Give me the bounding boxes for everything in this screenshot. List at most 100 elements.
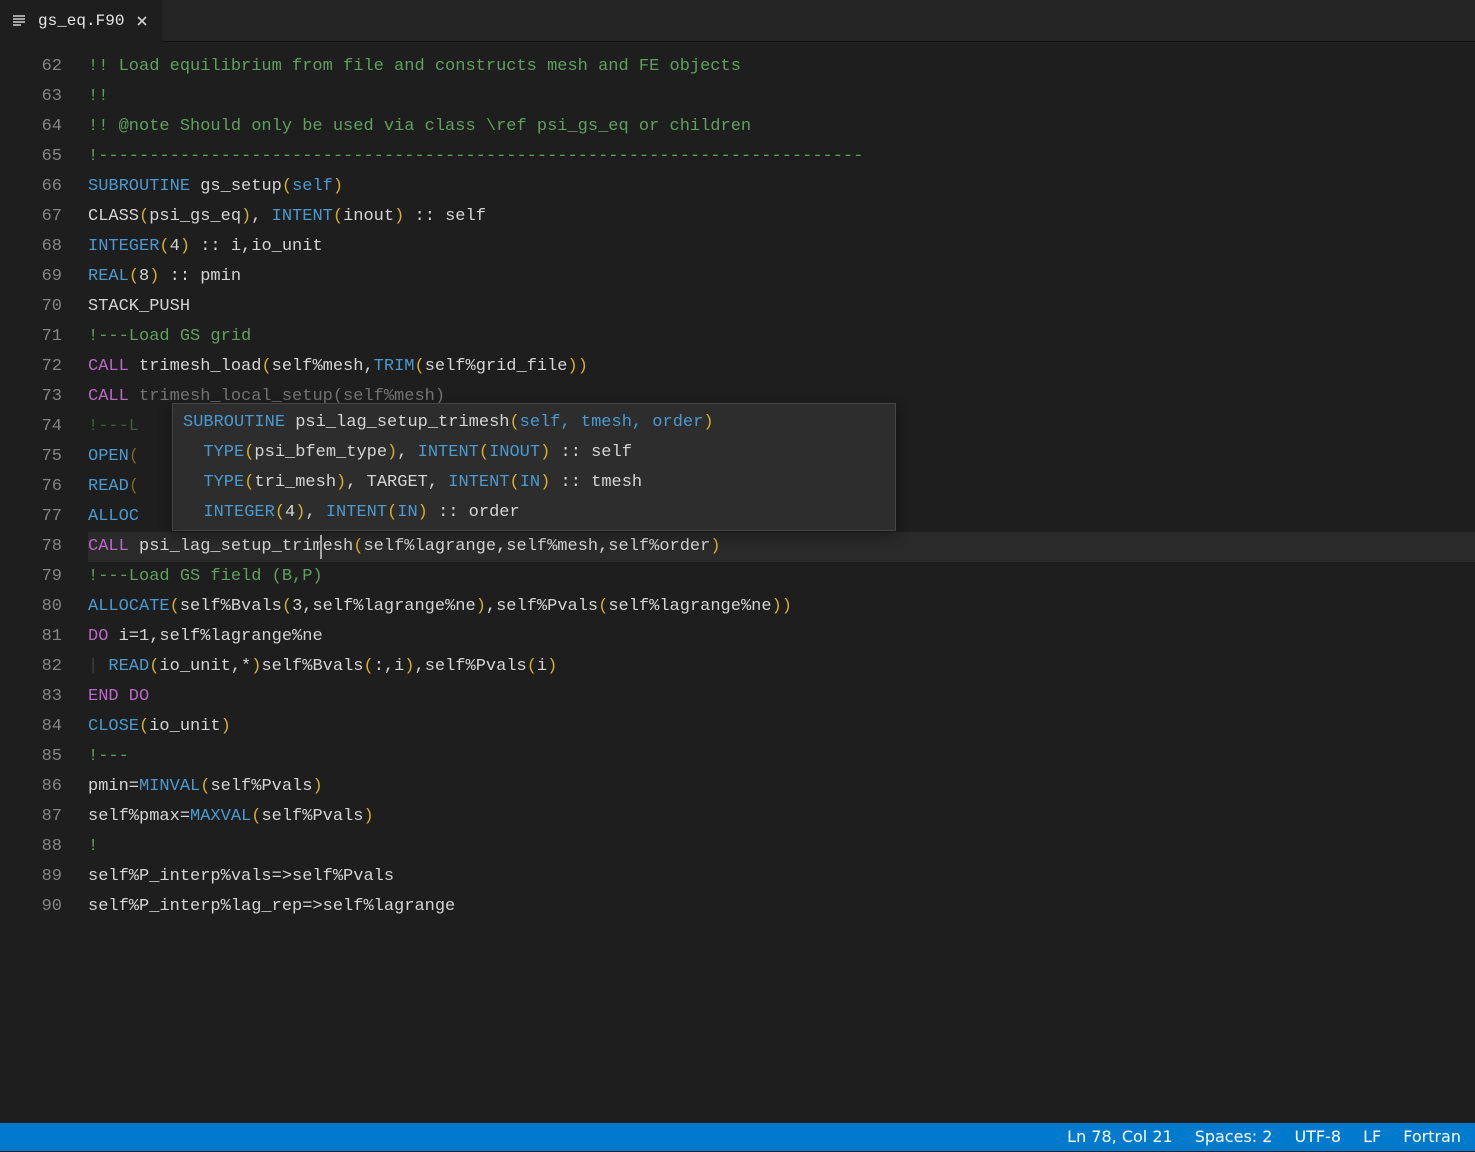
text: , xyxy=(251,207,271,226)
paren: ) xyxy=(363,807,373,826)
line-number: 83 xyxy=(0,682,62,712)
line-number: 78 xyxy=(0,532,62,562)
line-number: 68 xyxy=(0,232,62,262)
status-spaces[interactable]: Spaces: 2 xyxy=(1195,1122,1273,1152)
status-bar: Ln 78, Col 21 Spaces: 2 UTF-8 LF Fortran xyxy=(0,1123,1475,1151)
comment: !---Load GS field (B,P) xyxy=(88,567,323,586)
text: :: self xyxy=(550,443,632,462)
ident: self%lagrange%ne xyxy=(608,597,771,616)
status-encoding[interactable]: UTF-8 xyxy=(1294,1122,1341,1152)
comment: !---Load GS grid xyxy=(88,327,251,346)
num: 4 xyxy=(170,237,180,256)
ident: self%grid_file xyxy=(425,357,568,376)
text: :: self xyxy=(404,207,486,226)
text: :: order xyxy=(428,503,520,522)
paren: ( xyxy=(129,447,139,466)
paren: ( xyxy=(509,413,519,432)
keyword-call: CALL xyxy=(88,387,129,406)
paren: ) xyxy=(710,537,720,556)
line-number: 71 xyxy=(0,322,62,352)
status-eol[interactable]: LF xyxy=(1363,1122,1381,1152)
editor-area[interactable]: 6263646566676869707172737475767778798081… xyxy=(0,42,1475,1123)
code-area[interactable]: !! Load equilibrium from file and constr… xyxy=(88,52,1475,1123)
indent xyxy=(183,443,203,462)
paren: ) xyxy=(295,503,305,522)
num: 8 xyxy=(139,267,149,286)
paren: ) xyxy=(540,443,550,462)
subroutine-name: gs_setup xyxy=(190,177,282,196)
paren: ( xyxy=(244,473,254,492)
fn-selected: psi_lag_setup_t xyxy=(139,537,292,556)
line-number: 87 xyxy=(0,802,62,832)
paren: ( xyxy=(129,477,139,496)
text: :: tmesh xyxy=(550,473,642,492)
ident: self%Pvals xyxy=(261,807,363,826)
line-number: 89 xyxy=(0,862,62,892)
comment: !! @note Should only be used via class \… xyxy=(88,117,751,136)
paren: ) xyxy=(336,473,346,492)
type: CLASS xyxy=(88,207,139,226)
tab-filename: gs_eq.F90 xyxy=(38,6,124,36)
ident: self%mesh, xyxy=(272,357,374,376)
ident: self%Pvals xyxy=(210,777,312,796)
close-icon[interactable] xyxy=(134,13,150,29)
paren: ) xyxy=(476,597,486,616)
paren: ( xyxy=(414,357,424,376)
keyword-call: CALL xyxy=(88,357,129,376)
keyword: READ xyxy=(108,657,149,676)
line-number: 79 xyxy=(0,562,62,592)
line-number: 90 xyxy=(0,892,62,922)
keyword: REAL xyxy=(88,267,129,286)
line-number: 62 xyxy=(0,52,62,82)
status-language[interactable]: Fortran xyxy=(1403,1122,1461,1152)
keyword: INTEGER xyxy=(88,237,159,256)
text: i=1,self%lagrange%ne xyxy=(108,627,322,646)
ident: pmin= xyxy=(88,777,139,796)
comment: ! xyxy=(88,837,98,856)
arg: self xyxy=(292,177,333,196)
line-gutter: 6263646566676869707172737475767778798081… xyxy=(0,52,88,1123)
paren: ( xyxy=(129,267,139,286)
paren: ( xyxy=(275,503,285,522)
paren: ) xyxy=(418,503,428,522)
status-line-col[interactable]: Ln 78, Col 21 xyxy=(1067,1122,1173,1152)
keyword: SUBROUTINE xyxy=(183,413,285,432)
keyword: TYPE xyxy=(203,443,244,462)
line-number: 82 xyxy=(0,652,62,682)
ident: psi_gs_eq xyxy=(149,207,241,226)
fn-rest: rimesh xyxy=(292,537,353,556)
keyword: INTENT xyxy=(272,207,333,226)
comment: !! Load equilibrium from file and constr… xyxy=(88,57,741,76)
paren: ( xyxy=(159,237,169,256)
paren: ( xyxy=(353,537,363,556)
paren: ( xyxy=(139,717,149,736)
line-number: 72 xyxy=(0,352,62,382)
keyword: TYPE xyxy=(203,473,244,492)
paren: ) xyxy=(251,657,261,676)
line-number: 67 xyxy=(0,202,62,232)
paren: ( xyxy=(479,443,489,462)
paren: ( xyxy=(149,657,159,676)
paren: ) xyxy=(547,657,557,676)
indent-guide: | xyxy=(88,657,108,676)
paren: ) xyxy=(333,177,343,196)
sig-name: psi_lag_setup_trimesh xyxy=(285,413,509,432)
ident: inout xyxy=(343,207,394,226)
paren: ( xyxy=(261,357,271,376)
tab-bar: gs_eq.F90 xyxy=(0,0,1475,42)
ident: ,self%Pvals xyxy=(415,657,527,676)
ident: IN xyxy=(520,473,540,492)
ident: tri_mesh xyxy=(254,473,336,492)
file-tab[interactable]: gs_eq.F90 xyxy=(0,0,162,42)
line-number: 86 xyxy=(0,772,62,802)
paren: ) xyxy=(241,207,251,226)
paren: ( xyxy=(200,777,210,796)
fn: trimesh_load xyxy=(129,357,262,376)
paren: ( xyxy=(282,177,292,196)
paren: ( xyxy=(251,807,261,826)
line-number: 65 xyxy=(0,142,62,172)
paren: )) xyxy=(772,597,792,616)
ident: IN xyxy=(397,503,417,522)
line-number: 84 xyxy=(0,712,62,742)
paren: ) xyxy=(387,443,397,462)
